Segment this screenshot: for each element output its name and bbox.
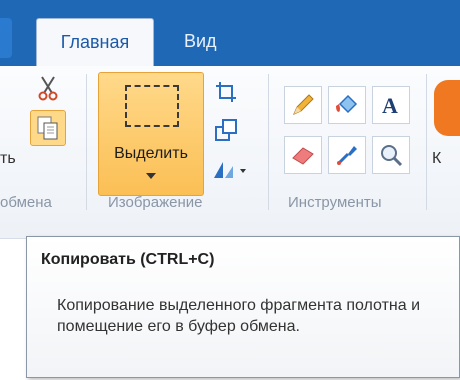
eraser-icon: [292, 147, 314, 165]
text-button[interactable]: A: [372, 86, 410, 124]
resize-button[interactable]: [212, 116, 240, 144]
ribbon: ть обмена Выделить Изображение A Инструм…: [0, 66, 460, 231]
tab-home[interactable]: Главная: [36, 18, 154, 66]
pencil-button[interactable]: [284, 86, 322, 124]
tooltip-title: Копировать (CTRL+C): [41, 251, 215, 268]
right-group-label: К: [432, 150, 442, 167]
tooltip: Копировать (CTRL+C) Копирование выделенн…: [26, 236, 460, 378]
scissors-icon: [38, 76, 58, 101]
cut-button[interactable]: [34, 74, 62, 102]
tab-strip: Главная Вид: [0, 0, 460, 66]
resize-icon: [215, 119, 237, 141]
copy-icon: [37, 116, 58, 140]
crop-icon: [216, 82, 236, 102]
group-separator: [268, 74, 269, 210]
file-menu-button[interactable]: [0, 18, 12, 58]
pencil-icon: [293, 94, 314, 115]
select-marquee-icon: [125, 85, 179, 127]
rotate-button[interactable]: [210, 156, 250, 184]
color-picker-icon: [336, 146, 357, 166]
magnifier-button[interactable]: [372, 136, 410, 174]
rotate-icon: [214, 162, 246, 178]
group-separator: [426, 74, 427, 210]
crop-button[interactable]: [212, 78, 240, 106]
group-label-tools: Инструменты: [288, 194, 382, 211]
group-label-clipboard: обмена: [0, 194, 52, 211]
group-separator: [86, 74, 87, 210]
paste-button-label[interactable]: ть: [0, 150, 16, 168]
eraser-button[interactable]: [284, 136, 322, 174]
group-label-image: Изображение: [108, 194, 203, 211]
select-button[interactable]: Выделить: [98, 72, 204, 196]
chevron-down-icon: [146, 173, 156, 179]
fill-button[interactable]: [328, 86, 366, 124]
magnifier-icon: [381, 145, 403, 167]
tooltip-description: Копирование выделенного фрагмента полотн…: [57, 297, 421, 335]
svg-text:A: A: [382, 93, 398, 118]
copy-button[interactable]: [30, 110, 66, 146]
shapes-icon[interactable]: [434, 80, 460, 136]
tab-view[interactable]: Вид: [170, 18, 242, 66]
color-picker-button[interactable]: [328, 136, 366, 174]
select-button-label: Выделить: [114, 145, 188, 162]
fill-icon: [336, 94, 358, 114]
text-icon: A: [382, 93, 398, 118]
